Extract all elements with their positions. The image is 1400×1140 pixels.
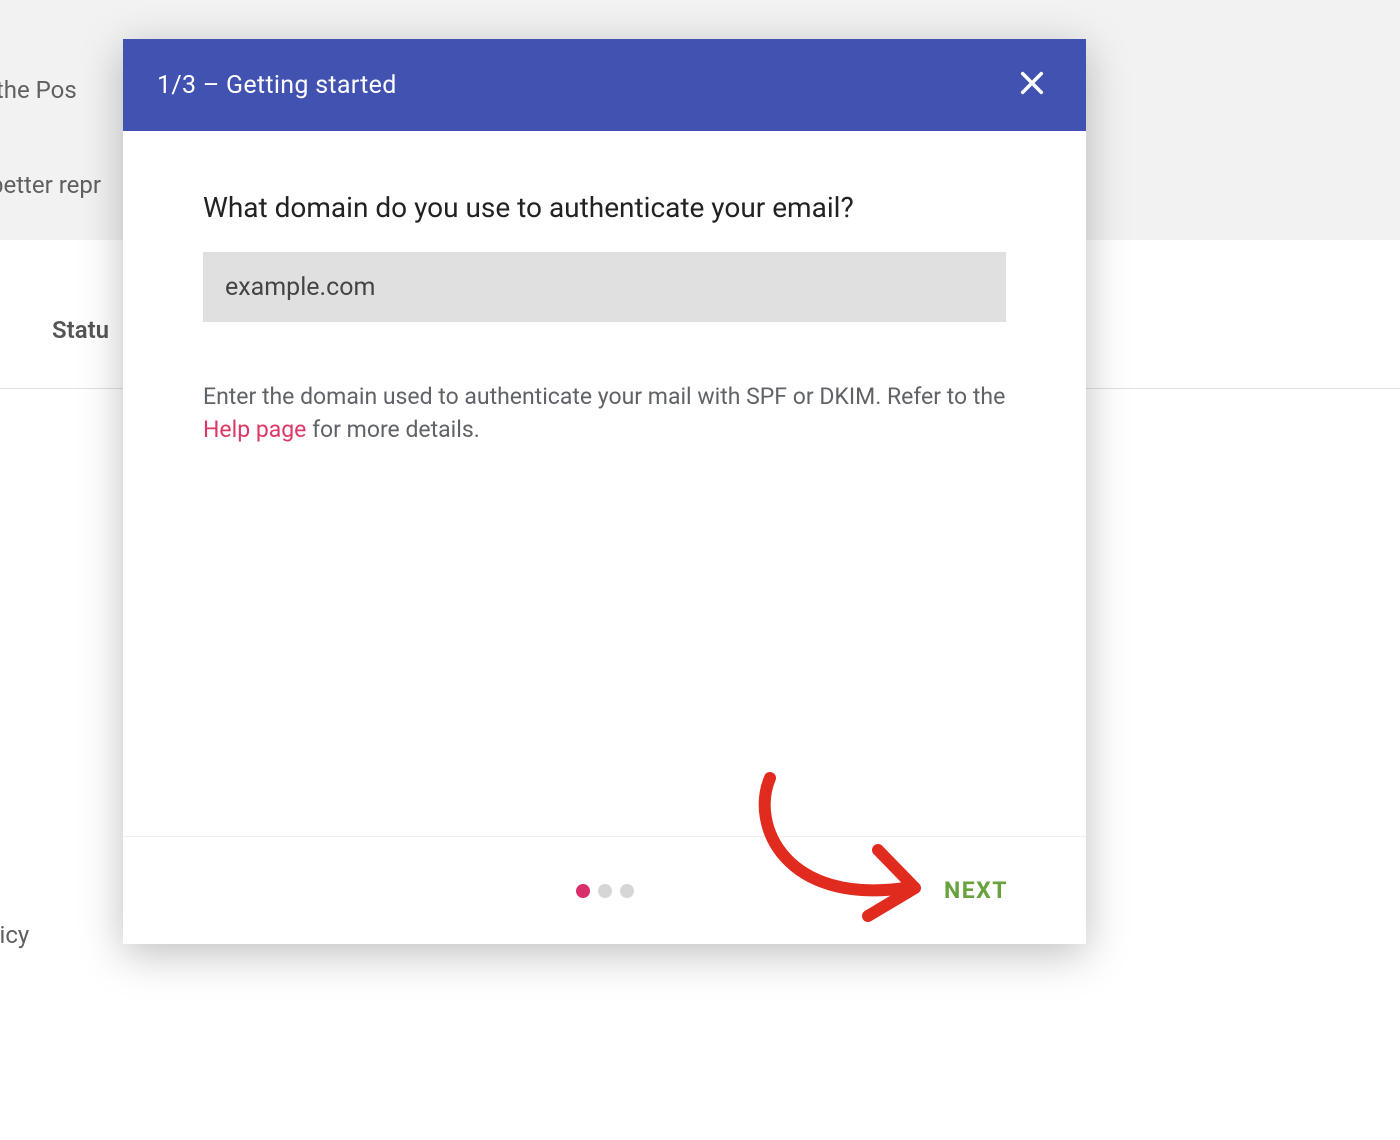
help-text: Enter the domain used to authenticate yo… bbox=[203, 380, 1006, 447]
background-text-fragment: with the Pos bbox=[0, 75, 77, 106]
help-text-pre: Enter the domain used to authenticate yo… bbox=[203, 383, 1005, 410]
domain-input[interactable] bbox=[203, 252, 1006, 322]
background-column-header-status: Statu bbox=[52, 315, 109, 346]
step-dot-1[interactable] bbox=[576, 884, 590, 898]
modal-step-title: 1/3 – Getting started bbox=[157, 71, 397, 100]
next-button[interactable]: NEXT bbox=[938, 876, 1014, 905]
help-text-post: for more details. bbox=[306, 416, 479, 443]
modal-footer: NEXT bbox=[123, 836, 1086, 944]
modal-question: What domain do you use to authenticate y… bbox=[203, 191, 1006, 224]
modal-header: 1/3 – Getting started bbox=[123, 39, 1086, 131]
background-text-fragment: better repr bbox=[0, 170, 101, 201]
step-dots bbox=[576, 884, 634, 898]
help-page-link[interactable]: Help page bbox=[203, 416, 306, 443]
step-dot-3[interactable] bbox=[620, 884, 634, 898]
step-dot-2[interactable] bbox=[598, 884, 612, 898]
close-button[interactable] bbox=[1012, 65, 1052, 105]
modal-body: What domain do you use to authenticate y… bbox=[123, 131, 1086, 836]
background-policy-link: Policy bbox=[0, 920, 29, 951]
getting-started-modal: 1/3 – Getting started What domain do you… bbox=[123, 39, 1086, 944]
close-icon bbox=[1018, 69, 1046, 101]
